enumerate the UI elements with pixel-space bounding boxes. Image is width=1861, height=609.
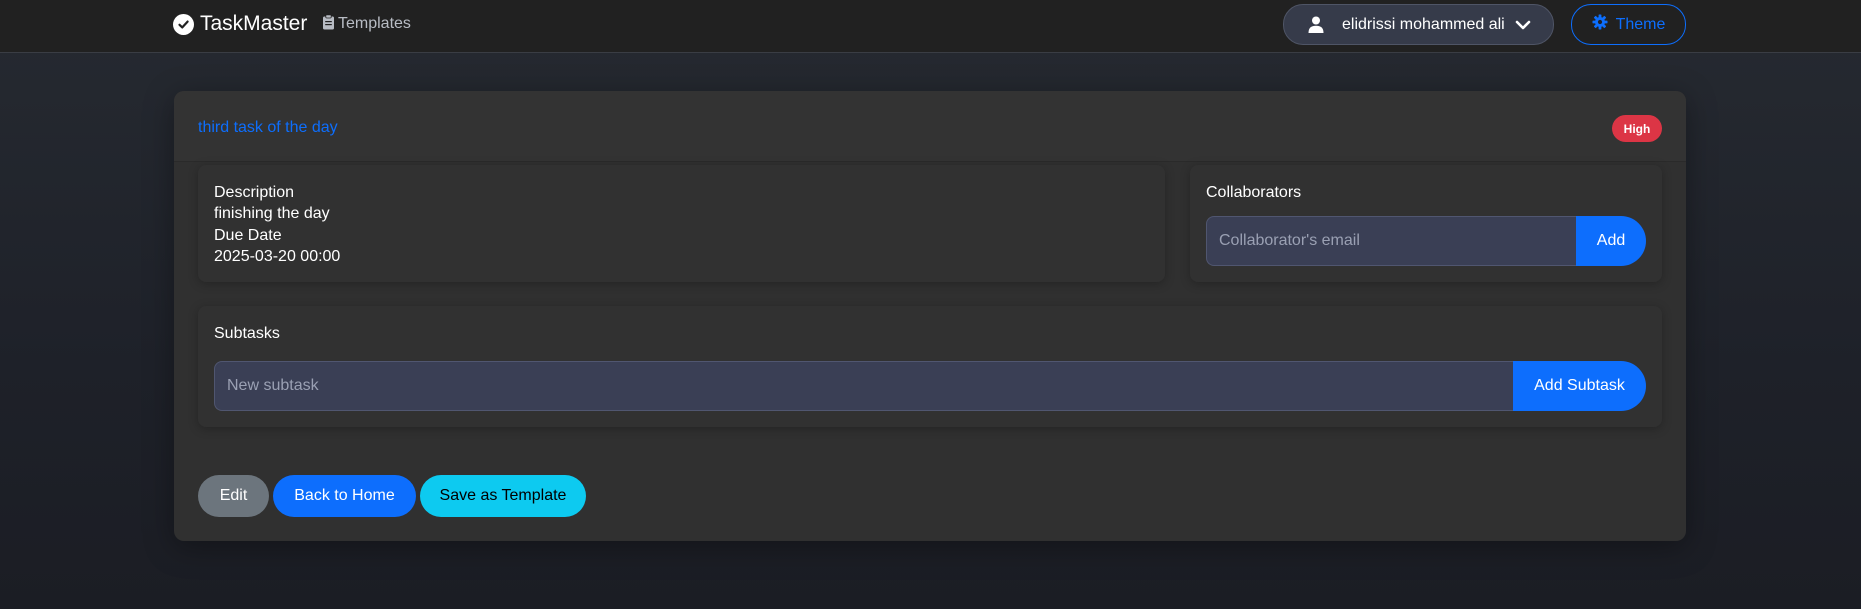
edit-button[interactable]: Edit <box>198 475 269 517</box>
collaborator-input-group: Collaborator's email Add <box>1206 216 1646 266</box>
theme-label: Theme <box>1615 15 1666 33</box>
priority-badge: High <box>1612 115 1662 142</box>
back-home-button[interactable]: Back to Home <box>273 475 416 517</box>
nav-templates-link[interactable]: Templates <box>322 13 411 35</box>
add-subtask-button[interactable]: Add Subtask <box>1513 361 1646 411</box>
navbar: TaskMaster Templates elidrissi mohammed … <box>0 0 1861 53</box>
subtask-input-group: New subtask Add Subtask <box>214 361 1646 411</box>
chevron-down-icon <box>1515 18 1531 36</box>
gear-icon <box>1592 14 1608 35</box>
clipboard-icon <box>322 13 335 35</box>
subtasks-panel: Subtasks New subtask Add Subtask <box>198 306 1662 427</box>
collaborator-email-input[interactable]: Collaborator's email <box>1206 216 1576 266</box>
task-title: third task of the day <box>198 119 338 136</box>
due-date-value: 2025-03-20 00:00 <box>214 248 341 265</box>
save-template-button[interactable]: Save as Template <box>420 475 586 517</box>
due-date-label: Due Date <box>214 227 282 244</box>
check-circle-icon <box>173 13 194 35</box>
subtasks-label: Subtasks <box>214 325 280 342</box>
description-label: Description <box>214 184 295 201</box>
description-text: finishing the day <box>214 205 330 222</box>
new-subtask-input[interactable]: New subtask <box>214 361 1513 411</box>
user-name: elidrissi mohammed ali <box>1342 15 1505 33</box>
collaborators-label: Collaborators <box>1206 184 1302 201</box>
brand-name: TaskMaster <box>200 12 308 35</box>
collaborators-panel: Collaborators Collaborator's email Add <box>1190 165 1662 282</box>
nav-templates-label: Templates <box>338 15 411 32</box>
card-header: third task of the day High <box>174 91 1686 162</box>
description-panel: Description finishing the day Due Date 2… <box>198 165 1165 282</box>
add-collaborator-button[interactable]: Add <box>1576 216 1646 266</box>
theme-button[interactable]: Theme <box>1571 4 1686 45</box>
user-dropdown-button[interactable]: elidrissi mohammed ali <box>1283 4 1554 45</box>
brand-link[interactable]: TaskMaster <box>173 12 307 36</box>
user-icon <box>1308 16 1324 33</box>
task-card: third task of the day High Description f… <box>174 91 1686 541</box>
